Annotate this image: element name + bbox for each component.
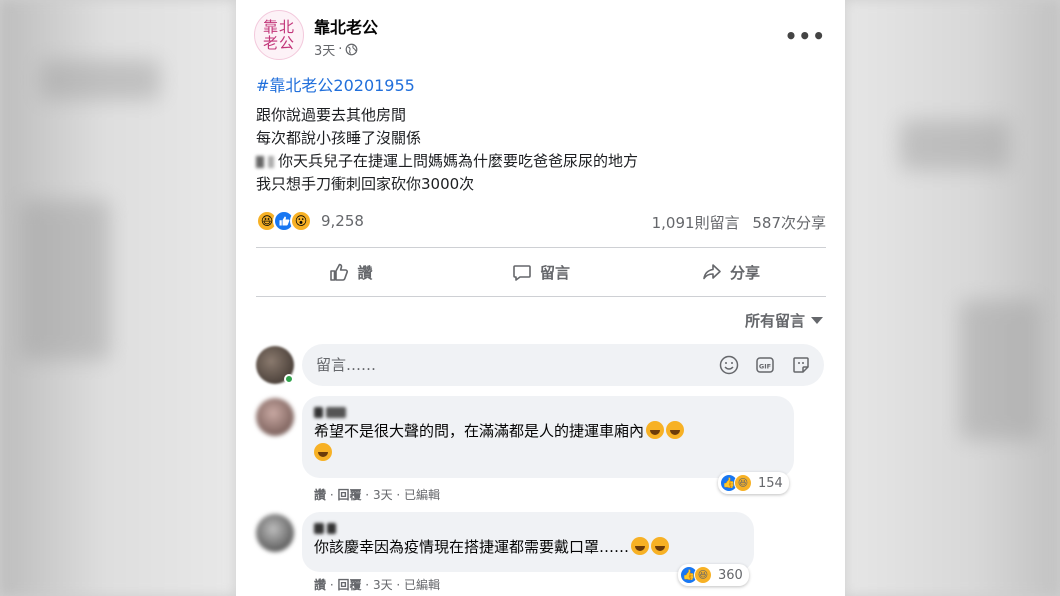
- divider: [256, 296, 826, 297]
- comment-reaction-count: 360: [718, 567, 743, 583]
- post-line: 我只想手刀衝刺回家砍你3000次: [256, 175, 475, 193]
- like-button[interactable]: 讚: [256, 249, 446, 295]
- blurred-background-right: [845, 0, 1060, 596]
- commenter-name-redacted[interactable]: [314, 404, 782, 420]
- comment-bubble: 你該慶幸因為疫情現在搭捷運都需要戴口罩……: [302, 512, 754, 572]
- gif-icon[interactable]: GIF: [754, 354, 776, 376]
- post-actions: 讚 留言 分享: [256, 249, 826, 295]
- comment-like-link[interactable]: 讚: [314, 488, 326, 502]
- engagement-counts: 1,091則留言 587次分享: [644, 212, 826, 233]
- commenter-avatar[interactable]: [256, 398, 294, 436]
- share-button[interactable]: 分享: [636, 249, 826, 295]
- comment-edited: 已編輯: [404, 578, 441, 592]
- comment-count[interactable]: 1,091則留言: [652, 214, 740, 232]
- background-blur-shape: [20, 200, 110, 360]
- page-name[interactable]: 靠北老公: [314, 14, 378, 38]
- comment-time[interactable]: 3天: [373, 578, 393, 592]
- comment-label: 留言: [539, 263, 570, 282]
- share-count[interactable]: 587次分享: [752, 214, 826, 232]
- share-arrow-icon: [703, 264, 721, 280]
- commenter-avatar[interactable]: [256, 514, 294, 552]
- divider: [256, 247, 826, 248]
- commenter-name-redacted[interactable]: [314, 520, 742, 536]
- post-stats: 😆 😮 9,258 1,091則留言 587次分享: [256, 208, 826, 236]
- post-line-with-redaction: 你天兵兒子在捷運上問媽媽為什麼要吃爸爸尿尿的地方: [256, 150, 638, 173]
- thumbs-up-icon: [330, 263, 349, 281]
- comment-like-link[interactable]: 讚: [314, 578, 326, 592]
- page-avatar[interactable]: 靠北老公: [254, 10, 304, 60]
- comment-reactions[interactable]: 👍 😆 360: [678, 564, 749, 586]
- post-line: 每次都說小孩睡了沒關係: [256, 129, 422, 147]
- meta-separator: ·: [338, 42, 343, 57]
- comment-reactions[interactable]: 👍 😆 154: [718, 472, 789, 494]
- comment-input-tools: GIF: [718, 354, 812, 376]
- post-body: 跟你說過要去其他房間 每次都說小孩睡了沒關係 你天兵兒子在捷運上問媽媽為什麼要吃…: [256, 104, 638, 196]
- globe-icon: [346, 43, 358, 56]
- laughing-emoji-icon: [646, 421, 665, 439]
- laughing-emoji-icon: [651, 537, 670, 555]
- comment-meta: 讚 · 回覆 · 3天 · 已編輯: [314, 488, 441, 502]
- comment-item: 希望不是很大聲的問，在滿滿都是人的捷運車廂內 👍 😆 154 讚 · 回覆 · …: [256, 396, 826, 502]
- post-header: 靠北老公 靠北老公 3天 · •••: [254, 10, 834, 62]
- post-line: 跟你說過要去其他房間: [256, 106, 407, 124]
- comment-item: 你該慶幸因為疫情現在搭捷運都需要戴口罩…… 👍 😆 360 讚 · 回覆 · 3…: [256, 512, 826, 596]
- background-blur-shape: [40, 60, 160, 100]
- comment-text: 你該慶幸因為疫情現在搭捷運都需要戴口罩……: [314, 536, 742, 558]
- avatar-logo-text: 靠北老公: [262, 18, 295, 52]
- share-label: 分享: [729, 263, 760, 282]
- comment-time[interactable]: 3天: [373, 488, 393, 502]
- comment-reply-link[interactable]: 回覆: [337, 488, 361, 502]
- comment-reaction-count: 154: [758, 475, 783, 491]
- laughing-emoji-icon: [631, 537, 650, 555]
- haha-icon: 😆: [734, 474, 752, 492]
- sticker-icon[interactable]: [790, 354, 812, 376]
- post-card: 靠北老公 靠北老公 3天 · ••• #靠北老公20201955 跟你說過要去其…: [236, 0, 845, 596]
- post-hashtag[interactable]: #靠北老公20201955: [256, 72, 415, 96]
- comment-meta: 讚 · 回覆 · 3天 · 已編輯: [314, 578, 441, 592]
- like-label: 讚: [357, 263, 373, 282]
- reaction-summary[interactable]: 😆 😮 9,258: [256, 210, 364, 232]
- comment-edited: 已編輯: [404, 488, 441, 502]
- comment-icon: [513, 265, 531, 281]
- comment-reply-link[interactable]: 回覆: [337, 578, 361, 592]
- comment-bubble: 希望不是很大聲的問，在滿滿都是人的捷運車廂內: [302, 396, 794, 478]
- redaction-mark: [268, 155, 274, 168]
- laughing-emoji-icon: [666, 421, 685, 439]
- background-blur-shape: [900, 120, 1010, 170]
- svg-text:GIF: GIF: [759, 363, 771, 371]
- redaction-mark: [256, 155, 264, 168]
- reaction-count[interactable]: 9,258: [321, 212, 364, 230]
- laughing-emoji-icon: [314, 443, 332, 461]
- background-blur-shape: [960, 300, 1040, 440]
- caret-down-icon: [811, 317, 823, 324]
- comment-button[interactable]: 留言: [446, 249, 636, 295]
- wow-icon: 😮: [290, 210, 312, 232]
- haha-icon: 😆: [694, 566, 712, 584]
- write-comment-row: GIF: [256, 344, 826, 386]
- online-status-dot: [284, 374, 294, 384]
- comment-text: 希望不是很大聲的問，在滿滿都是人的捷運車廂內: [314, 420, 782, 464]
- sort-label: 所有留言: [744, 312, 805, 330]
- post-meta: 3天 ·: [314, 40, 358, 59]
- comment-sort-dropdown[interactable]: 所有留言: [745, 310, 823, 331]
- post-time[interactable]: 3天: [314, 40, 335, 59]
- emoji-icon[interactable]: [718, 354, 740, 376]
- more-options-icon[interactable]: •••: [785, 24, 826, 48]
